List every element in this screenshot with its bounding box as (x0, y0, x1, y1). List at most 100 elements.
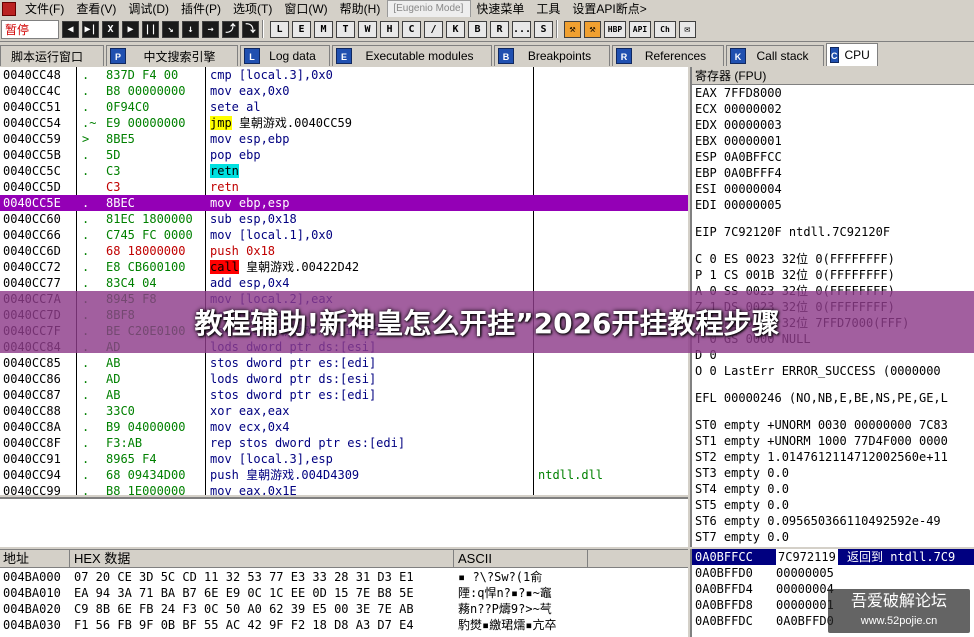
tool-icon-2[interactable]: ⚒ (584, 20, 601, 38)
stack-row[interactable]: 0A0BFFCC 7C972119 返回到 ntdll.7C9 (692, 549, 974, 565)
callstack-window-button[interactable]: K (446, 20, 465, 38)
register-line[interactable]: EBX 00000001 (692, 133, 974, 149)
dump-header-address[interactable]: 地址 (0, 550, 70, 568)
register-line[interactable]: EDI 00000005 (692, 197, 974, 213)
tab-references[interactable]: R References (612, 45, 724, 66)
step-over-button[interactable]: ↓ (182, 20, 199, 38)
disasm-row[interactable]: 0040CC4C. B8 00000000 mov eax,0x0 (0, 83, 688, 99)
tab-chinese-search[interactable]: P 中文搜索引擎 (106, 45, 238, 66)
menu-quick[interactable]: 快速菜单 (471, 1, 531, 17)
memory-dump-pane[interactable]: 地址 HEX 数据 ASCII 004BA000 07 20 CE 3D 5C C… (0, 549, 688, 637)
restart-button[interactable]: ▶| (82, 20, 99, 38)
disasm-row[interactable]: 0040CC8A. B9 04000000 mov ecx,0x4 (0, 419, 688, 435)
menu-plugins[interactable]: 插件(P) (176, 1, 228, 17)
disasm-row[interactable]: 0040CC48. 837D F4 00 cmp [local.3],0x0 (0, 67, 688, 83)
register-line[interactable]: ECX 00000002 (692, 101, 974, 117)
disassembly-pane[interactable]: 0040CC48. 837D F4 00 cmp [local.3],0x0 0040… (0, 67, 688, 495)
register-line[interactable]: EIP 7C92120F ntdll.7C92120F (692, 224, 974, 240)
tab-executable-modules[interactable]: E Executable modules (332, 45, 492, 66)
tab-script[interactable]: 脚本运行窗口 (0, 45, 104, 66)
register-line[interactable]: ST0 empty +UNORM 0030 00000000 7C83 (692, 417, 974, 433)
disasm-row[interactable]: 0040CC86. AD lods dword ptr ds:[esi] (0, 371, 688, 387)
disasm-row[interactable]: 0040CC88. 33C0 xor eax,eax (0, 403, 688, 419)
register-line[interactable]: EAX 7FFD8000 (692, 85, 974, 101)
dump-row[interactable]: 004BA030 F1 56 FB 9F 0B BF 55 AC 42 9F F2… (0, 617, 688, 633)
disasm-row[interactable]: 0040CC5C. C3 retn (0, 163, 688, 179)
disasm-row[interactable]: 0040CC91. 8965 F4 mov [local.3],esp (0, 451, 688, 467)
tab-breakpoints[interactable]: B Breakpoints (494, 45, 610, 66)
disasm-row[interactable]: 0040CC60. 81EC 1800000 sub esp,0x18 (0, 211, 688, 227)
register-line[interactable]: ST3 empty 0.0 (692, 465, 974, 481)
register-line[interactable]: C 0 ES 0023 32位 0(FFFFFFFF) (692, 251, 974, 267)
hbp-button[interactable]: HBP (604, 20, 626, 38)
menu-options[interactable]: 选项(T) (228, 1, 279, 17)
register-line[interactable]: ST4 empty 0.0 (692, 481, 974, 497)
menu-help[interactable]: 帮助(H) (335, 1, 388, 17)
menu-view[interactable]: 查看(V) (71, 1, 123, 17)
register-line[interactable]: 3 2 1 0 E S P U (692, 545, 974, 547)
close-button[interactable]: X (102, 20, 119, 38)
mail-icon[interactable]: ✉ (679, 20, 696, 38)
api-button[interactable]: API (629, 20, 651, 38)
register-line[interactable]: ST5 empty 0.0 (692, 497, 974, 513)
memory-window-button[interactable]: M (314, 20, 333, 38)
stack-row[interactable]: 0A0BFFD0 00000005 (692, 565, 974, 581)
disasm-row[interactable]: 0040CC8F. F3:AB rep stos dword ptr es:[edi… (0, 435, 688, 451)
tab-log-data[interactable]: L Log data (240, 45, 330, 66)
dump-row[interactable]: 004BA000 07 20 CE 3D 5C CD 11 32 53 77 E3… (0, 569, 688, 585)
references-window-button[interactable]: R (490, 20, 509, 38)
menu-api-breakpoint[interactable]: 设置API断点> (567, 1, 653, 17)
register-line[interactable]: ESI 00000004 (692, 181, 974, 197)
trace-over-button[interactable]: ⤴ (222, 20, 239, 38)
disasm-row[interactable]: 0040CC87. AB stos dword ptr es:[edi] (0, 387, 688, 403)
ch-button[interactable]: Ch (654, 20, 676, 38)
disasm-row[interactable]: 0040CC66. C745 FC 0000 mov [local.1],0x0 (0, 227, 688, 243)
dump-header-ascii[interactable]: ASCII (455, 550, 588, 568)
run-trace-window-button[interactable]: ... (512, 20, 531, 38)
modules-window-button[interactable]: E (292, 20, 311, 38)
register-line[interactable]: ST1 empty +UNORM 1000 77D4F000 0000 (692, 433, 974, 449)
tab-call-stack[interactable]: K Call stack (726, 45, 824, 66)
tool-icon[interactable]: ⚒ (564, 20, 581, 38)
menu-tools[interactable]: 工具 (531, 1, 567, 17)
register-line[interactable]: O 0 LastErr ERROR_SUCCESS (0000000 (692, 363, 974, 379)
menu-window[interactable]: 窗口(W) (279, 1, 334, 17)
register-line[interactable]: P 1 CS 001B 32位 0(FFFFFFFF) (692, 267, 974, 283)
rewind-button[interactable]: ◀ (62, 20, 79, 38)
handles-window-button[interactable]: H (380, 20, 399, 38)
trace-into-button[interactable]: → (202, 20, 219, 38)
register-line[interactable]: EBP 0A0BFFF4 (692, 165, 974, 181)
cpu-window-button[interactable]: C (402, 20, 421, 38)
log-window-button[interactable]: L (270, 20, 289, 38)
menu-file[interactable]: 文件(F) (20, 1, 71, 17)
disasm-row[interactable]: 0040CC5E. 8BEC mov ebp,esp (0, 195, 688, 211)
execute-till-return-button[interactable]: ⤵ (242, 20, 259, 38)
tab-cpu[interactable]: C CPU (826, 43, 878, 66)
disasm-row[interactable]: 0040CC5D C3 retn (0, 179, 688, 195)
dump-header-hex[interactable]: HEX 数据 (71, 550, 454, 568)
disasm-row[interactable]: 0040CC6D. 68 18000000 push 0x18 (0, 243, 688, 259)
register-line[interactable]: ESP 0A0BFFCC (692, 149, 974, 165)
disasm-row[interactable]: 0040CC99. B8 1E000000 mov eax,0x1E (0, 483, 688, 495)
source-window-button[interactable]: S (534, 20, 553, 38)
disasm-row[interactable]: 0040CC94. 68 09434D00 push 皇朝游戏.004D4309 nt… (0, 467, 688, 483)
register-line[interactable]: ST6 empty 0.095650366110492592e-49 (692, 513, 974, 529)
disasm-row[interactable]: 0040CC51. 0F94C0 sete al (0, 99, 688, 115)
disasm-row[interactable]: 0040CC72. E8 CB600100 call 皇朝游戏.00422D42 (0, 259, 688, 275)
threads-window-button[interactable]: T (336, 20, 355, 38)
dump-row[interactable]: 004BA020 C9 8B 6E FB 24 F3 0C 50 A0 62 39… (0, 601, 688, 617)
disasm-row[interactable]: 0040CC54 .~ E9 00000000 jmp 皇朝游戏.0040CC59 (0, 115, 688, 131)
register-line[interactable]: ST2 empty 1.0147612114712002560e+11 (692, 449, 974, 465)
disasm-row[interactable]: 0040CC77. 83C4 04 add esp,0x4 (0, 275, 688, 291)
pause-button[interactable]: || (142, 20, 159, 38)
windows-window-button[interactable]: W (358, 20, 377, 38)
register-line[interactable]: EDX 00000003 (692, 117, 974, 133)
disasm-row[interactable]: 0040CC5B. 5D pop ebp (0, 147, 688, 163)
disasm-row[interactable]: 0040CC59 >8BE5 mov esp,ebp (0, 131, 688, 147)
register-line[interactable]: ST7 empty 0.0 (692, 529, 974, 545)
run-button[interactable]: ▶ (122, 20, 139, 38)
register-line[interactable]: EFL 00000246 (NO,NB,E,BE,NS,PE,GE,L (692, 390, 974, 406)
patches-window-button[interactable]: / (424, 20, 443, 38)
breakpoints-window-button[interactable]: B (468, 20, 487, 38)
dump-row[interactable]: 004BA010 EA 94 3A 71 BA B7 6E E9 0C 1C EE… (0, 585, 688, 601)
